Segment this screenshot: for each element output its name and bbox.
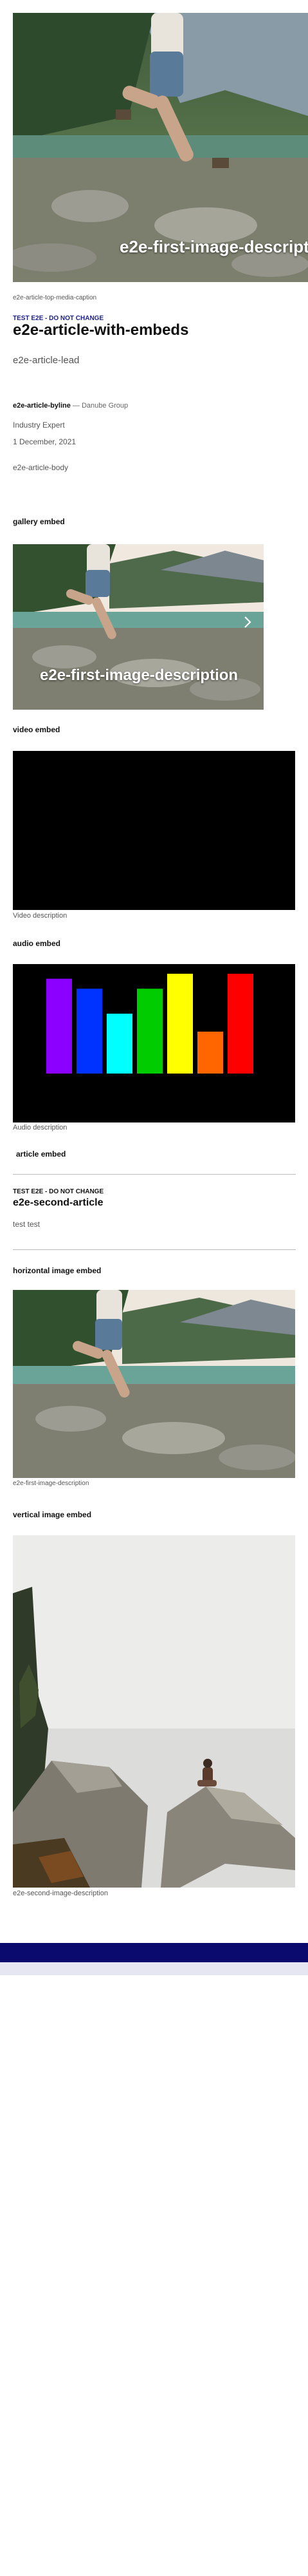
vertical-photo	[13, 1535, 295, 1888]
audio-bar-6	[197, 1031, 223, 1074]
video-embed-label: video embed	[13, 725, 60, 734]
audio-bar-4	[137, 989, 163, 1074]
gallery-next-button[interactable]	[238, 612, 257, 632]
article-embed-title[interactable]: e2e-second-article	[13, 1197, 104, 1209]
article-embed-top-divider	[13, 1174, 296, 1175]
audio-bar-1	[46, 978, 72, 1074]
hero-image: e2e-first-image-description	[13, 13, 308, 282]
footer-bar	[0, 1943, 308, 1962]
article-embed-bottom-divider	[13, 1249, 296, 1250]
byline-org: — Danube Group	[70, 402, 129, 410]
article-embed-label: article embed	[16, 1150, 66, 1159]
horizontal-image	[13, 1290, 295, 1478]
video-description: Video description	[13, 912, 68, 920]
hero-image-caption: e2e-first-image-description	[120, 237, 308, 256]
article-embed-lead: test test	[13, 1220, 41, 1229]
top-media-caption: e2e-article-top-media-caption	[13, 294, 97, 301]
byline-role: Industry Expert	[13, 421, 65, 430]
audio-bar-5	[167, 974, 193, 1074]
article-body: e2e-article-body	[13, 463, 69, 472]
vertical-image	[13, 1535, 295, 1888]
audio-embed-label: audio embed	[13, 939, 61, 948]
chevron-right-icon	[244, 616, 251, 628]
audio-description: Audio description	[13, 1124, 68, 1132]
gallery-embed[interactable]: e2e-first-image-description	[13, 544, 264, 710]
article-byline: e2e-article-byline — Danube Group	[13, 402, 128, 410]
audio-bar-3	[107, 1014, 132, 1074]
audio-visualizer	[46, 974, 253, 1074]
horizontal-photo	[13, 1290, 295, 1478]
horizontal-image-label: horizontal image embed	[13, 1266, 102, 1275]
audio-bar-7	[228, 974, 253, 1074]
article-lead: e2e-article-lead	[13, 355, 80, 366]
article-date: 1 December, 2021	[13, 437, 77, 446]
vertical-image-caption: e2e-second-image-description	[13, 1889, 108, 1897]
audio-player[interactable]	[13, 964, 295, 1122]
footer-strip	[0, 1962, 308, 1975]
horizontal-image-caption: e2e-first-image-description	[13, 1480, 89, 1487]
article-title: e2e-article-with-embeds	[13, 321, 189, 339]
vertical-image-label: vertical image embed	[13, 1510, 92, 1519]
gallery-photo	[13, 544, 264, 710]
video-player[interactable]	[13, 751, 295, 910]
audio-bar-2	[77, 989, 102, 1074]
byline-name[interactable]: e2e-article-byline	[13, 402, 71, 410]
gallery-embed-label: gallery embed	[13, 517, 65, 526]
article-embed-kicker: TEST E2E - DO NOT CHANGE	[13, 1188, 104, 1195]
gallery-caption: e2e-first-image-description	[40, 667, 239, 684]
